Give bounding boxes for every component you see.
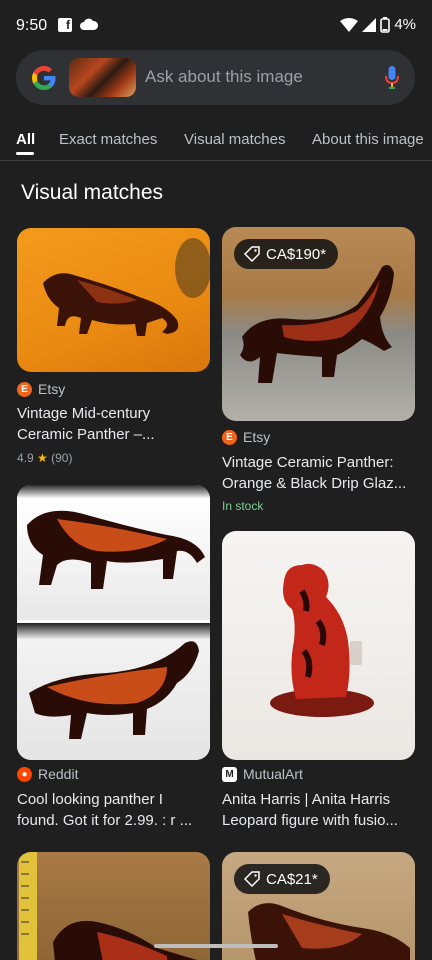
microphone-icon[interactable] — [385, 66, 399, 90]
tab-visual-matches[interactable]: Visual matches — [184, 131, 285, 148]
result-source[interactable]: ● Reddit — [17, 766, 78, 782]
status-bar: 9:50 f 4% — [0, 0, 432, 50]
price-badge: CA$190* — [234, 239, 339, 269]
result-rating: 4.9 ★ (90) — [17, 451, 72, 465]
result-title-line: Vintage Mid-century — [17, 405, 151, 422]
result-title-line: Ceramic Panther –... — [17, 426, 155, 443]
review-count: (90) — [51, 451, 73, 465]
price-text: CA$190* — [266, 245, 327, 263]
tab-exact-matches[interactable]: Exact matches — [59, 131, 157, 148]
result-title-line: Cool looking panther I — [17, 791, 163, 808]
price-text: CA$21* — [266, 870, 318, 888]
source-name: MutualArt — [243, 766, 303, 782]
result-image[interactable]: CA$190* — [222, 227, 415, 421]
result-source[interactable]: E Etsy — [17, 381, 65, 397]
result-image[interactable] — [17, 228, 210, 372]
battery-percent: 4% — [394, 16, 416, 33]
query-image-thumbnail[interactable] — [69, 58, 136, 97]
result-tabs: All Exact matches Visual matches About t… — [0, 125, 432, 161]
mutualart-icon: M — [222, 766, 237, 782]
section-title: Visual matches — [21, 181, 164, 204]
battery-icon — [380, 16, 391, 33]
wifi-icon — [340, 17, 359, 32]
result-image[interactable] — [17, 485, 210, 760]
panther-figure-image — [27, 510, 205, 589]
source-name: Etsy — [243, 429, 271, 445]
result-source[interactable]: E Etsy — [222, 429, 270, 445]
signal-icon — [362, 17, 377, 32]
source-name: Etsy — [38, 381, 66, 397]
stock-status: In stock — [222, 499, 264, 513]
search-input[interactable]: Ask about this image — [145, 67, 303, 87]
facebook-icon: f — [58, 18, 72, 32]
result-title-line: Leopard figure with fusio... — [222, 812, 398, 829]
google-logo-icon — [32, 66, 56, 90]
result-title-line: found. Got it for 2.99. : r ... — [17, 812, 193, 829]
source-name: Reddit — [38, 766, 79, 782]
home-indicator[interactable] — [154, 944, 278, 948]
status-right: 4% — [340, 16, 416, 33]
price-badge: CA$21* — [234, 864, 330, 894]
result-title[interactable]: Anita Harris | Anita Harris Leopard figu… — [222, 789, 412, 831]
tag-icon — [244, 871, 260, 887]
reddit-icon: ● — [17, 766, 32, 782]
tag-icon — [244, 246, 260, 262]
star-icon: ★ — [37, 451, 48, 465]
tab-about-this-image[interactable]: About this image — [312, 131, 424, 148]
active-tab-indicator — [16, 152, 34, 155]
photo-bottom — [17, 623, 210, 760]
search-bar[interactable]: Ask about this image — [16, 50, 415, 105]
panther-figure-image — [29, 641, 199, 739]
result-title[interactable]: Vintage Ceramic Panther: Orange & Black … — [222, 452, 412, 494]
result-title-line: Vintage Ceramic Panther: — [222, 454, 394, 471]
result-title-line: Anita Harris | Anita Harris — [222, 791, 391, 808]
panther-figure-image — [43, 238, 210, 336]
photo-top — [17, 485, 210, 620]
rating-value: 4.9 — [17, 451, 34, 465]
leopard-figure-image — [270, 563, 374, 717]
tab-all[interactable]: All — [16, 131, 35, 148]
result-title-line: Orange & Black Drip Glaz... — [222, 475, 407, 492]
result-image[interactable] — [222, 531, 415, 760]
result-title[interactable]: Cool looking panther I found. Got it for… — [17, 789, 207, 831]
cloud-icon — [80, 18, 98, 30]
result-title[interactable]: Vintage Mid-century Ceramic Panther –... — [17, 403, 207, 445]
status-time: 9:50 — [16, 17, 48, 34]
etsy-icon: E — [222, 429, 237, 445]
etsy-icon: E — [17, 381, 32, 397]
result-source[interactable]: M MutualArt — [222, 766, 303, 782]
